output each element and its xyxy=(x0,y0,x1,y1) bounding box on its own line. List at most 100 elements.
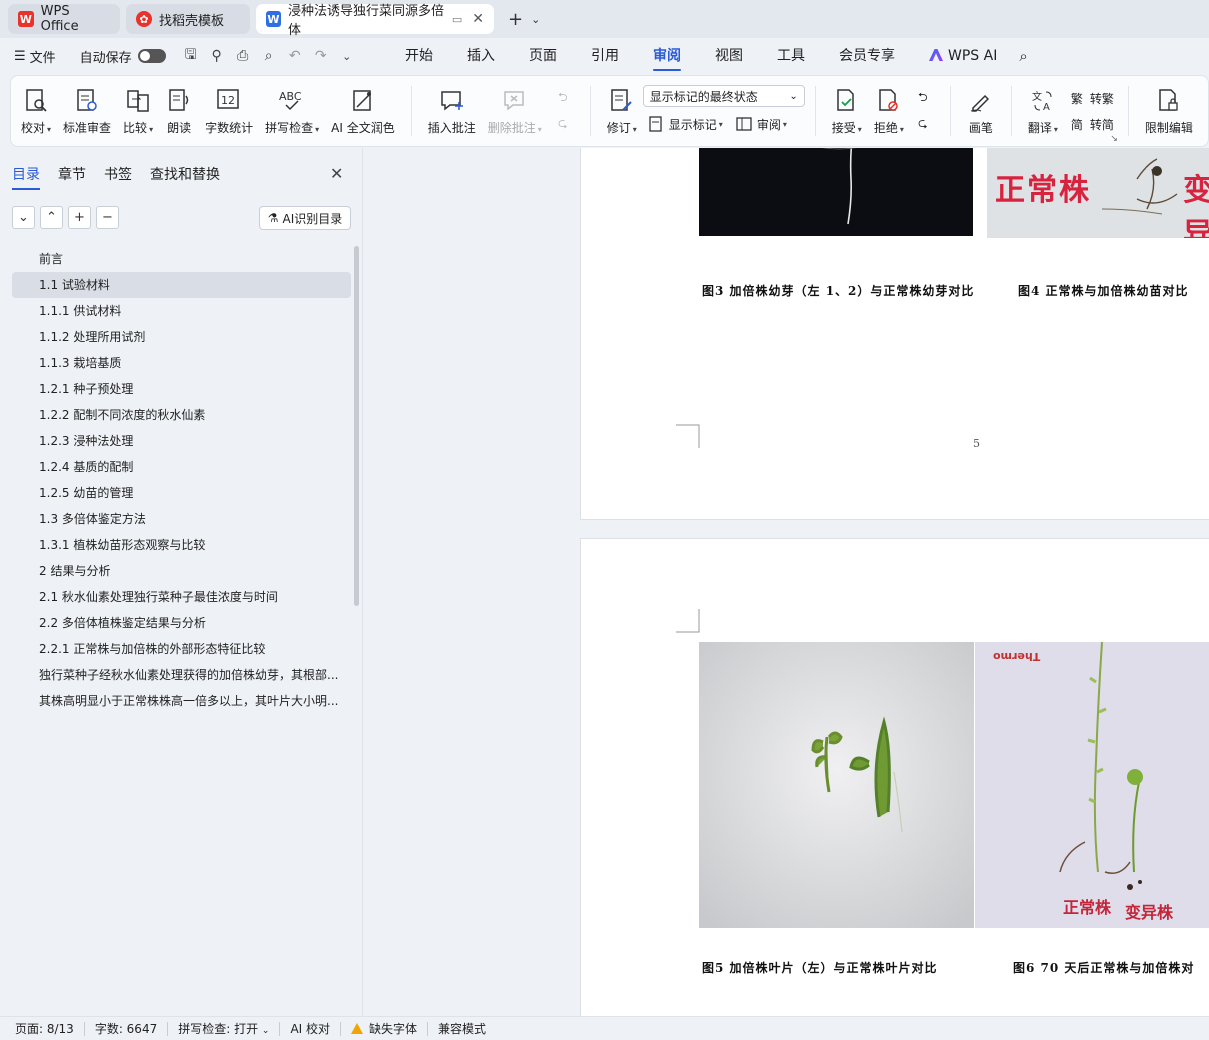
close-icon[interactable]: ✕ xyxy=(472,11,484,27)
accept-button[interactable]: 接受 ▾ xyxy=(826,76,868,146)
print-preview-icon[interactable]: ⌕ xyxy=(258,48,280,64)
nav-tabs: 目录 章节 书签 查找和替换 xyxy=(12,164,238,190)
chevron-down-icon[interactable]: ⌄ xyxy=(12,206,35,229)
search-icon[interactable]: ⌕ xyxy=(1019,38,1027,74)
tab-docer[interactable]: ✿ 找稻壳模板 xyxy=(126,4,250,34)
redo-icon[interactable]: ↷ xyxy=(310,48,332,64)
pen-button[interactable]: 画笔 xyxy=(961,76,1001,146)
ribbon-divider xyxy=(589,86,591,136)
insert-comment-button[interactable]: 插入批注 xyxy=(422,76,482,146)
chevron-down-icon[interactable]: ⌄ xyxy=(531,13,540,26)
tab-view[interactable]: 视图 xyxy=(715,38,743,74)
ai-polish-button[interactable]: AI 全文润色 xyxy=(325,76,401,146)
autosave-toggle[interactable] xyxy=(137,49,166,63)
tab-insert[interactable]: 插入 xyxy=(467,38,495,74)
translate-button[interactable]: 文A 翻译 ▾ xyxy=(1022,76,1064,146)
show-markup-label: 显示标记 xyxy=(668,117,717,132)
to-traditional-button[interactable]: 繁转繁 xyxy=(1064,85,1118,111)
spell-check-status[interactable]: 拼写检查: 打开 ⌄ xyxy=(178,1020,269,1037)
tab-document[interactable]: W 浸种法诱导独行菜同源多倍体 ▭ ✕ xyxy=(256,4,494,38)
missing-font-status[interactable]: 缺失字体 xyxy=(351,1020,417,1037)
word-count-icon: 12 xyxy=(215,87,243,115)
toc-item[interactable]: 1.2.1 种子预处理 xyxy=(12,376,351,402)
tab-home[interactable]: 开始 xyxy=(405,38,433,74)
wps-ai-logo-icon xyxy=(929,49,943,61)
toc-item[interactable]: 2.2 多倍体植株鉴定结果与分析 xyxy=(12,610,351,636)
reject-button[interactable]: 拒绝 ▾ xyxy=(868,76,910,146)
chevron-down-icon[interactable]: ⌄ xyxy=(336,50,358,63)
markup-display-select[interactable]: 显示标记的最终状态 ⌄ xyxy=(642,85,805,107)
hamburger-icon[interactable]: ☰ xyxy=(14,49,26,64)
toc-item[interactable]: 独行菜种子经秋水仙素处理获得的加倍株幼芽，其根部... xyxy=(12,662,351,688)
ai-toc-button[interactable]: ⚗ AI识别目录 xyxy=(259,206,351,230)
toc-scrollbar[interactable] xyxy=(354,246,359,606)
show-markup-button[interactable]: 显示标记 ▾ xyxy=(643,111,727,137)
previous-change-button[interactable]: ⮌ xyxy=(910,85,940,111)
spell-check-button[interactable]: ABC 拼写检查 ▾ xyxy=(259,76,325,146)
nav-tab-find-replace[interactable]: 查找和替换 xyxy=(150,164,220,190)
nav-tab-toc[interactable]: 目录 xyxy=(12,164,40,190)
tab-page[interactable]: 页面 xyxy=(529,38,557,74)
chevron-up-icon[interactable]: ⌃ xyxy=(40,206,63,229)
page-indicator[interactable]: 页面: 8/13 xyxy=(15,1020,74,1037)
save-icon[interactable]: 🖫 xyxy=(180,44,202,68)
toc-item[interactable]: 2.2.1 正常株与加倍株的外部形态特征比较 xyxy=(12,636,351,662)
minus-icon[interactable]: − xyxy=(96,206,119,229)
track-changes-icon xyxy=(608,87,636,115)
tab-tools[interactable]: 工具 xyxy=(777,38,805,74)
toc-item[interactable]: 1.1.3 栽培基质 xyxy=(12,350,351,376)
file-menu[interactable]: 文件 xyxy=(30,47,56,66)
figure-5-photo xyxy=(699,642,974,928)
new-tab-plus-icon[interactable]: + xyxy=(508,9,523,30)
tab-member[interactable]: 会员专享 xyxy=(839,38,895,74)
toc-item[interactable]: 1.1.1 供试材料 xyxy=(12,298,351,324)
navigation-pane: 目录 章节 书签 查找和替换 ✕ ⌄ ⌃ + − ⚗ AI识别目录 前言 1.1 … xyxy=(0,148,363,1016)
spell-check-status-label: 拼写检查: 打开 xyxy=(178,1022,259,1036)
read-aloud-button[interactable]: 朗读 xyxy=(159,76,199,146)
toc-item[interactable]: 2 结果与分析 xyxy=(12,558,351,584)
toc-item[interactable]: 1.3 多倍体鉴定方法 xyxy=(12,506,351,532)
close-icon[interactable]: ✕ xyxy=(330,164,343,183)
print-icon[interactable]: ⎙ xyxy=(232,48,254,64)
next-comment-button[interactable]: ⮎ xyxy=(550,111,580,137)
ai-proofread-status[interactable]: AI 校对 xyxy=(290,1020,330,1037)
toc-item[interactable]: 1.2.4 基质的配制 xyxy=(12,454,351,480)
track-changes-button[interactable]: 修订 ▾ xyxy=(601,76,643,146)
previous-comment-button[interactable]: ⮌ xyxy=(550,85,580,111)
toc-item[interactable]: 1.2.3 浸种法处理 xyxy=(12,428,351,454)
svg-text:ABC: ABC xyxy=(279,90,302,103)
toc-item[interactable]: 1.2.2 配制不同浓度的秋水仙素 xyxy=(12,402,351,428)
pen-label: 画笔 xyxy=(968,120,993,135)
share-link-icon[interactable]: ⚲ xyxy=(206,48,228,64)
status-divider xyxy=(427,1021,429,1036)
toc-item[interactable]: 前言 xyxy=(12,246,351,272)
group-expand-icon[interactable]: ↘ xyxy=(1110,134,1118,144)
tab-wps-ai[interactable]: WPS AI xyxy=(929,38,997,74)
undo-icon[interactable]: ↶ xyxy=(284,48,306,64)
tab-references[interactable]: 引用 xyxy=(591,38,619,74)
restrict-edit-button[interactable]: 限制编辑 xyxy=(1139,76,1199,146)
tab-review[interactable]: 审阅 xyxy=(653,38,681,74)
toc-item[interactable]: 1.2.5 幼苗的管理 xyxy=(12,480,351,506)
proofread-button[interactable]: 校对 ▾ xyxy=(15,76,57,146)
document-area[interactable]: 正常株 变异 图3 加倍株幼芽（左 1、2）与正常株幼芽对比 图4 正常株与加倍… xyxy=(364,148,1209,1016)
nav-tab-bookmarks[interactable]: 书签 xyxy=(104,164,132,190)
word-count-label: 字数统计 xyxy=(205,120,254,135)
tab-wps-office[interactable]: W WPS Office xyxy=(8,4,120,34)
toc-item[interactable]: 1.1.2 处理所用试剂 xyxy=(12,324,351,350)
review-pane-button[interactable]: 审阅 ▾ xyxy=(731,111,791,137)
toc-item[interactable]: 其株高明显小于正常株株高一倍多以上，其叶片大小明... xyxy=(12,688,351,714)
compare-button[interactable]: 比较 ▾ xyxy=(117,76,159,146)
toc-item[interactable]: 2.1 秋水仙素处理独行菜种子最佳浓度与时间 xyxy=(12,584,351,610)
status-divider xyxy=(167,1021,169,1036)
toc-item[interactable]: 1.3.1 植株幼苗形态观察与比较 xyxy=(12,532,351,558)
nav-tab-sections[interactable]: 章节 xyxy=(58,164,86,190)
word-count-status[interactable]: 字数: 6647 xyxy=(95,1020,157,1037)
toc-item[interactable]: 1.1 试验材料 xyxy=(12,272,351,298)
next-change-button[interactable]: ⮎ xyxy=(910,111,940,137)
spell-check-icon: ABC xyxy=(278,87,306,115)
delete-comment-button[interactable]: 删除批注 ▾ xyxy=(482,76,548,146)
word-count-button[interactable]: 12 字数统计 xyxy=(199,76,259,146)
plus-icon[interactable]: + xyxy=(68,206,91,229)
standard-review-button[interactable]: 标准审查 xyxy=(57,76,117,146)
